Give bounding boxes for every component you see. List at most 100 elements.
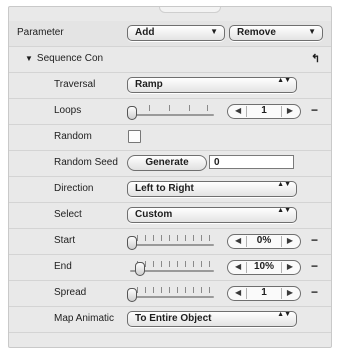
top-handle <box>159 7 221 13</box>
minus-icon[interactable]: − <box>311 103 318 117</box>
decrement-arrow-icon[interactable]: ◀ <box>235 288 241 297</box>
start-slider[interactable] <box>127 232 217 250</box>
loops-value[interactable]: 1 <box>248 105 280 116</box>
remove-popup[interactable]: Remove ▼ <box>229 25 323 41</box>
start-stepper[interactable]: ◀ 0% ▶ <box>227 234 301 249</box>
updown-arrows-icon: ▲▼ <box>277 181 291 188</box>
slider-tick <box>189 105 190 111</box>
increment-arrow-icon[interactable]: ▶ <box>287 236 293 245</box>
loops-slider[interactable] <box>127 102 217 120</box>
slider-tick <box>185 287 186 293</box>
add-popup[interactable]: Add ▼ <box>127 25 225 41</box>
loops-stepper[interactable]: ◀ 1 ▶ <box>227 104 301 119</box>
slider-thumb[interactable] <box>127 288 137 302</box>
select-popup[interactable]: Custom ▲▼ <box>127 207 297 223</box>
slider-tick <box>209 261 210 267</box>
traversal-row: Traversal Ramp ▲▼ <box>9 73 331 99</box>
slider-track <box>130 114 214 116</box>
spread-stepper[interactable]: ◀ 1 ▶ <box>227 286 301 301</box>
loops-label: Loops <box>54 105 82 116</box>
slider-tick <box>193 287 194 293</box>
stepper-divider <box>281 106 282 117</box>
stepper-divider <box>246 288 247 299</box>
slider-tick <box>153 235 154 241</box>
increment-arrow-icon[interactable]: ▶ <box>287 262 293 271</box>
increment-arrow-icon[interactable]: ▶ <box>287 106 293 115</box>
slider-tick <box>201 235 202 241</box>
select-label: Select <box>54 209 82 220</box>
end-stepper[interactable]: ◀ 10% ▶ <box>227 260 301 275</box>
reset-icon[interactable]: ↰ <box>311 52 320 65</box>
spread-value[interactable]: 1 <box>248 287 280 298</box>
end-row: End ◀ 10% ▶ − <box>9 255 331 281</box>
select-value: Custom <box>135 209 173 220</box>
random-row: Random <box>9 125 331 151</box>
random-seed-label: Random Seed <box>54 157 118 168</box>
slider-tick <box>177 235 178 241</box>
direction-label: Direction <box>54 183 94 194</box>
slider-tick <box>153 261 154 267</box>
increment-arrow-icon[interactable]: ▶ <box>287 288 293 297</box>
slider-tick <box>137 235 138 241</box>
stepper-divider <box>246 106 247 117</box>
slider-tick <box>145 261 146 267</box>
map-animation-popup[interactable]: To Entire Object ▲▼ <box>127 311 297 327</box>
slider-tick <box>161 235 162 241</box>
random-checkbox[interactable] <box>128 130 141 143</box>
traversal-label: Traversal <box>54 79 96 90</box>
updown-arrows-icon: ▲▼ <box>277 77 291 84</box>
spread-slider[interactable] <box>127 284 217 302</box>
slider-tick <box>185 261 186 267</box>
random-seed-field[interactable]: 0 <box>209 155 294 169</box>
minus-icon[interactable]: − <box>311 285 318 299</box>
slider-thumb[interactable] <box>135 262 145 276</box>
spread-row: Spread ◀ 1 ▶ − <box>9 281 331 307</box>
slider-tick <box>177 261 178 267</box>
decrement-arrow-icon[interactable]: ◀ <box>235 236 241 245</box>
disclosure-triangle-icon[interactable]: ▼ <box>25 54 33 63</box>
direction-popup[interactable]: Left to Right ▲▼ <box>127 181 297 197</box>
end-label: End <box>54 261 72 272</box>
slider-tick <box>177 287 178 293</box>
parameter-header-row: Parameter Add ▼ Remove ▼ <box>9 21 331 47</box>
chevron-down-icon: ▼ <box>308 27 316 36</box>
slider-thumb[interactable] <box>127 236 137 250</box>
end-value[interactable]: 10% <box>248 261 280 272</box>
stepper-divider <box>246 236 247 247</box>
random-seed-row: Random Seed Generate 0 <box>9 151 331 177</box>
map-animation-row: Map Animatic To Entire Object ▲▼ <box>9 307 331 333</box>
decrement-arrow-icon[interactable]: ◀ <box>235 106 241 115</box>
stepper-divider <box>281 236 282 247</box>
decrement-arrow-icon[interactable]: ◀ <box>235 262 241 271</box>
start-row: Start ◀ 0% ▶ − <box>9 229 331 255</box>
loops-row: Loops ◀ 1 ▶ − <box>9 99 331 125</box>
minus-icon[interactable]: − <box>311 259 318 273</box>
stepper-divider <box>281 262 282 273</box>
slider-tick <box>193 235 194 241</box>
generate-button[interactable]: Generate <box>127 155 207 171</box>
sequence-control-title[interactable]: ▼ Sequence Con <box>25 53 135 64</box>
minus-icon[interactable]: − <box>311 233 318 247</box>
spread-label: Spread <box>54 287 87 298</box>
direction-value: Left to Right <box>135 183 194 194</box>
slider-tick <box>149 105 150 111</box>
slider-tick <box>201 261 202 267</box>
random-label: Random <box>54 131 92 142</box>
slider-tick <box>207 105 208 111</box>
sequence-control-group-row: ▼ Sequence Con ↰ <box>9 47 331 73</box>
slider-tick <box>161 287 162 293</box>
map-animation-value: To Entire Object <box>135 313 212 324</box>
slider-tick <box>193 261 194 267</box>
traversal-popup[interactable]: Ramp ▲▼ <box>127 77 297 93</box>
end-slider[interactable] <box>127 258 217 276</box>
slider-tick <box>169 287 170 293</box>
slider-tick <box>201 287 202 293</box>
add-popup-label: Add <box>135 27 155 38</box>
slider-thumb[interactable] <box>127 106 137 120</box>
slider-tick <box>153 287 154 293</box>
slider-tick <box>161 261 162 267</box>
updown-arrows-icon: ▲▼ <box>277 311 291 318</box>
parameter-panel: Parameter Add ▼ Remove ▼ ▼ Sequence Con ↰… <box>8 6 332 348</box>
start-value[interactable]: 0% <box>248 235 280 246</box>
stepper-divider <box>246 262 247 273</box>
